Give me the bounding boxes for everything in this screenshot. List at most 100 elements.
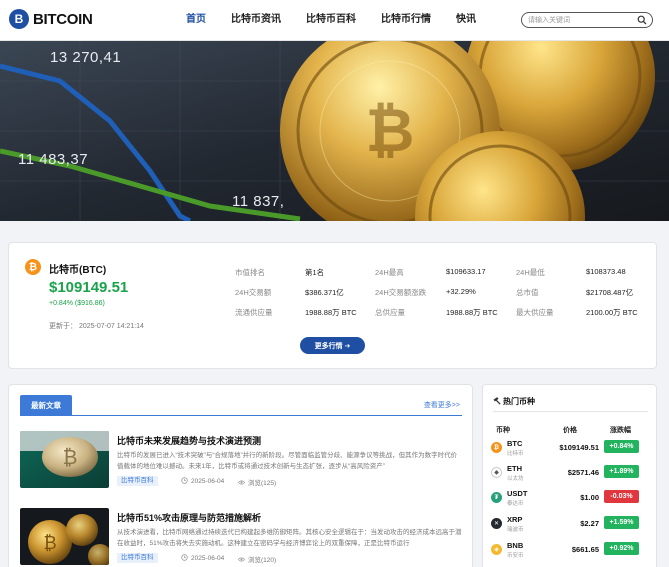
- coin-change-badge: -0.03%: [604, 490, 639, 503]
- stat-label: 24H交易额涨跌: [375, 288, 427, 297]
- coin-price: $1.00: [580, 493, 599, 502]
- hero-banner: ₿ 13 270,41 11 483,37 11 837,: [0, 41, 669, 221]
- search-icon[interactable]: [637, 15, 647, 25]
- xrp-icon: ✕: [491, 518, 502, 529]
- coin-price: $109149.51: [559, 443, 599, 452]
- stat-label: 总供应量: [375, 308, 405, 317]
- coin-cn-name: 泰达币: [507, 501, 524, 507]
- hero-chart-label: 13 270,41: [50, 49, 122, 66]
- article-date-text: 2025-06-04: [191, 555, 225, 562]
- btc-icon: ₿: [491, 442, 502, 453]
- coin-price: $2571.46: [567, 468, 599, 477]
- update-time: 更新于： 2025-07-07 14:21:14: [49, 323, 144, 330]
- nav-flash[interactable]: 快讯: [456, 0, 476, 40]
- stat-value: 第1名: [305, 268, 325, 277]
- article-date-text: 2025-06-04: [191, 478, 225, 485]
- btc-price-card: ₿ 比特币(BTC) $109149.51 +0.84% ($916.86) 更…: [8, 242, 657, 369]
- article-date: 2025-06-04: [181, 554, 224, 562]
- divider: [493, 411, 648, 412]
- coin-cn-name: 币安币: [507, 553, 524, 559]
- coin-cn-name: 以太坊: [507, 476, 524, 482]
- stat-value: 1988.88万 BTC: [305, 308, 357, 317]
- svg-text:₿: ₿: [366, 97, 415, 164]
- hot-coin-row[interactable]: ◆ ETH 以太坊 $2571.46 +1.89%: [491, 463, 651, 483]
- logo-text: BITCOIN: [33, 10, 93, 28]
- coin-change-badge: +1.89%: [604, 465, 639, 478]
- more-market-button[interactable]: 更多行情 ➔: [300, 337, 365, 354]
- article-category-tag[interactable]: 比特币百科: [117, 553, 158, 563]
- col-header-price: 价格: [563, 427, 577, 434]
- stat-label: 市值排名: [235, 268, 265, 277]
- coin-change-badge: +0.92%: [604, 542, 639, 555]
- clock-icon: [181, 477, 188, 484]
- col-header-coin: 币种: [496, 427, 510, 434]
- site-header: B BITCOIN 首页 比特币资讯 比特币百科 比特币行情 快讯: [0, 0, 669, 41]
- stat-label: 24H交易额: [235, 288, 272, 297]
- coin-symbol: ETH: [507, 464, 522, 473]
- clock-icon: [181, 554, 188, 561]
- stat-value: $21708.487亿: [586, 288, 634, 297]
- stat-value: 2100.00万 BTC: [586, 308, 638, 317]
- bitcoin-logo-icon: B: [9, 9, 29, 29]
- col-header-change: 涨跌幅: [610, 427, 631, 434]
- stat-value: $108373.48: [586, 267, 626, 276]
- article-views-text: 浏览(120): [248, 557, 277, 564]
- hot-coins-title-text: 热门币种: [503, 397, 535, 406]
- coin-name: 比特币(BTC): [49, 265, 107, 276]
- article-thumbnail[interactable]: ₿: [20, 431, 109, 488]
- nav-wiki[interactable]: 比特币百科: [306, 0, 356, 40]
- hot-coin-row[interactable]: ◈ BNB 币安币 $661.65 +0.92%: [491, 540, 651, 560]
- coin-change-badge: +0.84%: [604, 440, 639, 453]
- article-item[interactable]: ₿ 比特币51%攻击原理与防范措施解析 从技术演进看，比特币网络通过持续迭代已构…: [20, 508, 462, 567]
- hammer-icon: [493, 397, 501, 405]
- stat-value: $386.371亿: [305, 288, 344, 297]
- article-title[interactable]: 比特币51%攻击原理与防范措施解析: [117, 511, 261, 524]
- view-more-link[interactable]: 查看更多>>: [424, 400, 460, 410]
- search-box: [521, 12, 653, 28]
- stat-label: 24H最高: [375, 268, 404, 277]
- search-input[interactable]: [528, 14, 634, 26]
- coin-price: $2.27: [580, 519, 599, 528]
- eth-icon: ◆: [491, 467, 502, 478]
- hot-coin-row[interactable]: ✕ XRP 瑞波币 $2.27 +1.59%: [491, 514, 651, 534]
- article-category-tag[interactable]: 比特币百科: [117, 476, 158, 486]
- stat-label: 总市值: [516, 288, 539, 297]
- tab-latest-articles[interactable]: 最新文章: [20, 395, 72, 415]
- eye-icon: [238, 557, 245, 562]
- coin-symbol: BNB: [507, 541, 524, 550]
- coin-change-badge: +1.59%: [604, 516, 639, 529]
- hero-chart-label: 11 483,37: [18, 151, 89, 168]
- article-date: 2025-06-04: [181, 477, 224, 485]
- nav-market[interactable]: 比特币行情: [381, 0, 431, 40]
- nav-home[interactable]: 首页: [186, 0, 206, 40]
- hot-coin-row[interactable]: ₿ BTC 比特币 $109149.51 +0.84%: [491, 438, 651, 458]
- stat-value: 1988.88万 BTC: [446, 308, 498, 317]
- article-summary: 从技术演进看，比特币网络通过持续迭代已构建起多维防御矩阵。其核心安全逻辑在于：当…: [117, 529, 462, 547]
- nav-news[interactable]: 比特币资讯: [231, 0, 281, 40]
- article-title[interactable]: 比特币未来发展趋势与技术演进预测: [117, 434, 261, 447]
- stat-label: 最大供应量: [516, 308, 554, 317]
- article-views: 浏览(125): [238, 477, 276, 487]
- article-item[interactable]: ₿ 比特币未来发展趋势与技术演进预测 比特币的发展已进入“技术突破”与“合规落地…: [20, 431, 462, 495]
- hot-coin-row[interactable]: ₮ USDT 泰达币 $1.00 -0.03%: [491, 488, 651, 508]
- article-views: 浏览(120): [238, 554, 276, 564]
- bnb-icon: ◈: [491, 544, 502, 555]
- price-change: +0.84% ($916.86): [49, 300, 105, 307]
- site-logo[interactable]: B BITCOIN: [9, 9, 93, 29]
- current-price: $109149.51: [49, 279, 129, 296]
- coin-price: $661.65: [571, 545, 599, 554]
- coin-symbol: XRP: [507, 515, 523, 524]
- hero-chart-label: 11 837,: [232, 193, 285, 210]
- stat-value: +32.29%: [446, 287, 476, 296]
- stat-label: 流通供应量: [235, 308, 273, 317]
- latest-articles-panel: 最新文章 查看更多>> ₿ 比特币未来发展趋势与技术演进预测 比特币的发展已进入…: [8, 384, 473, 567]
- main-nav: 首页 比特币资讯 比特币百科 比特币行情 快讯: [186, 0, 501, 40]
- hot-coins-panel: 热门币种 币种 价格 涨跌幅 ₿ BTC 比特币 $109149.51 +0.84% ◆ E…: [482, 384, 657, 567]
- stat-label: 24H最低: [516, 268, 545, 277]
- article-summary: 比特币的发展已进入“技术突破”与“合规落地”并行的新阶段。尽管面临监管分歧、能源…: [117, 452, 458, 470]
- hero-image: ₿: [0, 41, 669, 221]
- coin-symbol: BTC: [507, 439, 523, 448]
- svg-text:₿: ₿: [43, 533, 56, 553]
- eye-icon: [238, 480, 245, 485]
- article-thumbnail[interactable]: ₿: [20, 508, 109, 565]
